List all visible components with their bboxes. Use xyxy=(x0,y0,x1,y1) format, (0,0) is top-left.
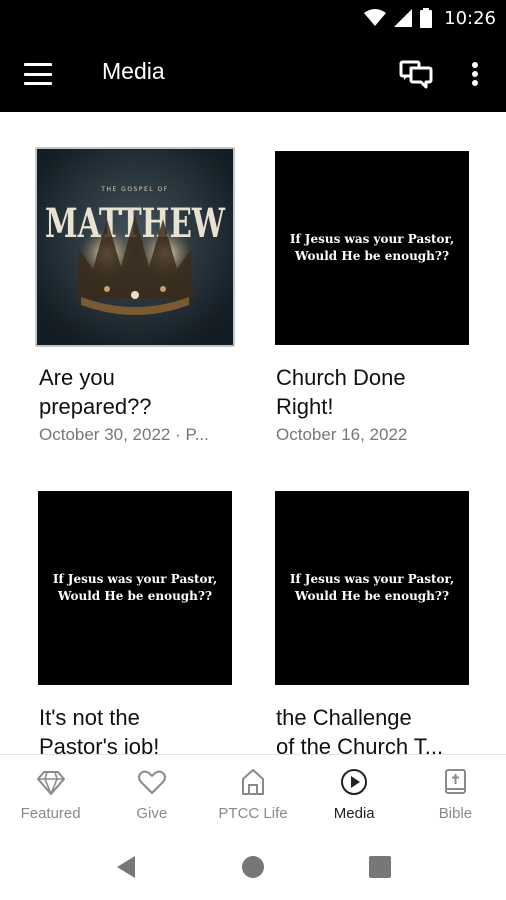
play-circle-icon xyxy=(341,769,368,795)
more-vert-icon[interactable] xyxy=(462,58,488,92)
nav-label: Media xyxy=(333,805,375,822)
chat-icon[interactable] xyxy=(398,58,434,92)
status-icons: 10:26 xyxy=(364,6,496,30)
diamond-icon xyxy=(36,771,65,795)
nav-ptcc-life[interactable]: PTCC Life xyxy=(202,755,303,834)
status-time: 10:26 xyxy=(444,7,496,29)
crown-artwork: THE GOSPEL OF MATTHEW xyxy=(37,149,233,345)
thumbnail-text: If Jesus was your Pastor, Would He be en… xyxy=(52,572,218,603)
bible-icon xyxy=(445,769,467,794)
nav-label: Featured xyxy=(20,805,81,822)
nav-label: PTCC Life xyxy=(218,805,288,822)
media-title: It's not the Pastor's job! xyxy=(39,705,160,754)
media-grid: THE GOSPEL OF MATTHEW Are you prepared??… xyxy=(0,112,506,754)
media-date: October 30, 2022 · P... xyxy=(39,425,209,444)
media-thumbnail: If Jesus was your Pastor, Would He be en… xyxy=(38,491,232,685)
thumbnail-text: If Jesus was your Pastor, Would He be en… xyxy=(289,572,455,603)
nav-featured[interactable]: Featured xyxy=(0,755,101,834)
bottom-nav: Featured Give PTCC Life Media Bible xyxy=(0,754,506,834)
status-bar: 10:26 xyxy=(0,0,506,36)
thumbnail-text: If Jesus was your Pastor, Would He be en… xyxy=(289,232,455,263)
media-title: the Challenge of the Church T... xyxy=(276,705,444,754)
media-thumbnail: THE GOSPEL OF MATTHEW xyxy=(35,147,235,347)
nav-label: Bible xyxy=(438,805,473,822)
media-title: Are you prepared?? xyxy=(39,365,152,419)
nav-bible[interactable]: Bible xyxy=(405,755,506,834)
heart-icon xyxy=(137,770,166,794)
signal-icon xyxy=(394,9,413,27)
wifi-icon xyxy=(364,9,387,26)
app-bar: Media xyxy=(0,36,506,112)
page-title: Media xyxy=(102,58,165,84)
recents-icon[interactable] xyxy=(367,854,393,880)
home-button-icon[interactable] xyxy=(240,854,266,880)
matthew-art-top: THE GOSPEL OF xyxy=(100,186,168,193)
home-icon xyxy=(242,769,264,795)
back-icon[interactable] xyxy=(113,854,139,880)
menu-icon[interactable] xyxy=(22,60,54,88)
nav-media[interactable]: Media xyxy=(304,755,405,834)
nav-label: Give xyxy=(136,805,168,822)
media-date: October 16, 2022 xyxy=(276,425,408,444)
system-nav-bar xyxy=(0,834,506,900)
nav-give[interactable]: Give xyxy=(101,755,202,834)
media-thumbnail: If Jesus was your Pastor, Would He be en… xyxy=(275,491,469,685)
media-thumbnail: If Jesus was your Pastor, Would He be en… xyxy=(275,151,469,345)
media-title: Church Done Right! xyxy=(276,365,406,419)
battery-icon xyxy=(420,8,433,28)
